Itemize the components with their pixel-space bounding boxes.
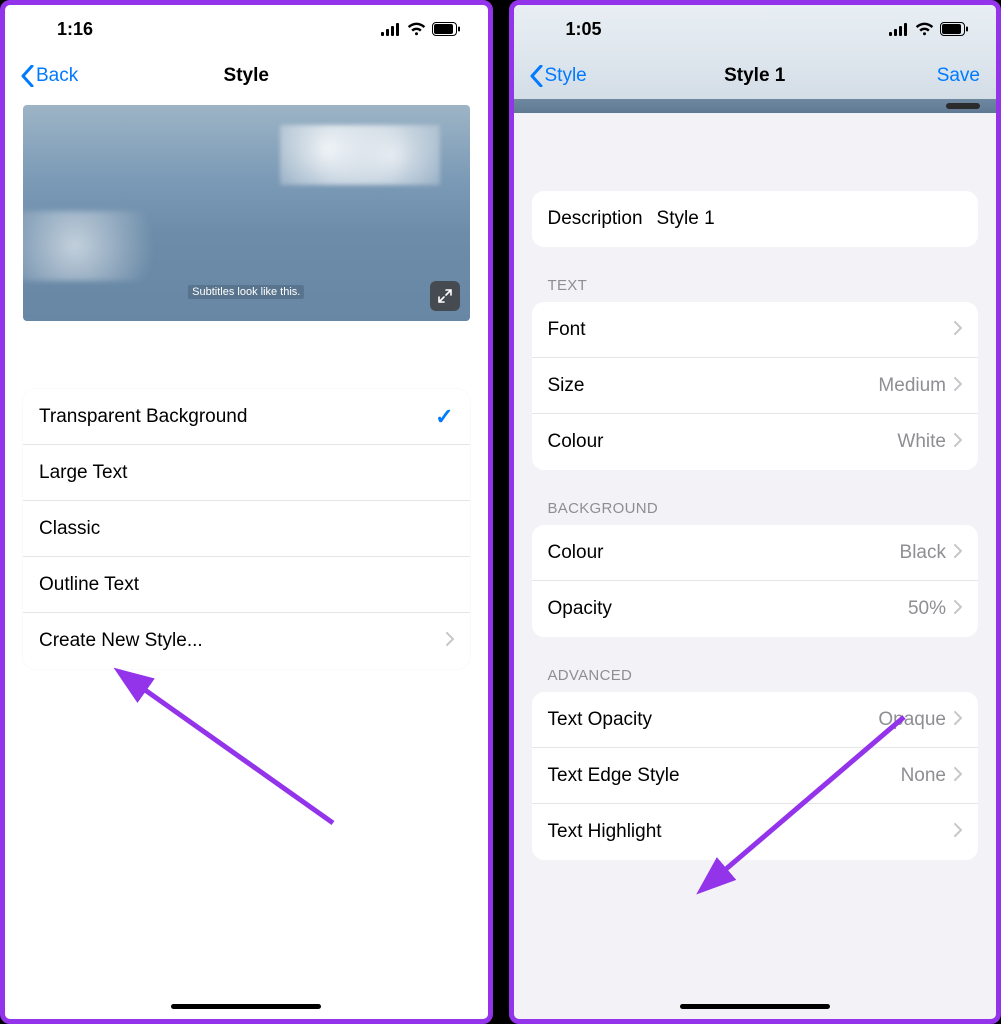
spacer <box>532 113 979 191</box>
style-option-label: Classic <box>39 518 454 540</box>
style-option-large-text[interactable]: Large Text <box>23 445 470 501</box>
row-label: Opacity <box>548 598 908 620</box>
description-label: Description <box>548 208 643 230</box>
row-label: Colour <box>548 431 898 453</box>
subtitle-preview: Subtitles look like this. <box>23 105 470 321</box>
row-value: Medium <box>878 375 946 397</box>
wifi-icon <box>915 22 934 36</box>
phone-right: 1:05 Style Style 1 Save Description St <box>509 0 1001 1024</box>
row-label: Text Edge Style <box>548 765 901 787</box>
status-icons <box>889 22 968 36</box>
row-value: 50% <box>908 598 946 620</box>
chevron-right-icon <box>954 431 962 453</box>
bg-colour-row[interactable]: Colour Black <box>532 525 979 581</box>
status-bar: 1:16 <box>5 5 488 53</box>
bg-opacity-row[interactable]: Opacity 50% <box>532 581 979 637</box>
status-time: 1:05 <box>566 19 602 40</box>
back-button[interactable]: Style <box>530 65 587 87</box>
style-list: Transparent Background ✓ Large Text Clas… <box>23 389 470 669</box>
home-indicator <box>680 1004 830 1009</box>
row-label: Text Highlight <box>548 821 947 843</box>
cellular-signal-icon <box>889 23 909 36</box>
chevron-right-icon <box>954 542 962 564</box>
background-group: Colour Black Opacity 50% <box>532 525 979 637</box>
back-label: Back <box>36 65 78 87</box>
style-option-label: Outline Text <box>39 574 454 596</box>
battery-icon <box>940 22 968 36</box>
description-group: Description Style 1 <box>532 191 979 247</box>
row-label: Text Opacity <box>548 709 879 731</box>
font-row[interactable]: Font <box>532 302 979 358</box>
nav-bar: Style Style 1 Save <box>514 53 997 99</box>
section-header-advanced: ADVANCED <box>532 637 979 692</box>
save-button[interactable]: Save <box>937 65 980 87</box>
home-indicator <box>171 1004 321 1009</box>
battery-icon <box>432 22 460 36</box>
cellular-signal-icon <box>381 23 401 36</box>
row-label: Colour <box>548 542 900 564</box>
style-option-outline-text[interactable]: Outline Text <box>23 557 470 613</box>
phone-left: 1:16 Back Style Subtitles look like this… <box>0 0 493 1024</box>
chevron-right-icon <box>954 765 962 787</box>
size-row[interactable]: Size Medium <box>532 358 979 414</box>
style-option-label: Transparent Background <box>39 406 435 428</box>
back-label: Style <box>545 65 587 87</box>
row-value: None <box>901 765 946 787</box>
text-group: Font Size Medium Colour White <box>532 302 979 470</box>
row-value: Opaque <box>878 709 946 731</box>
chevron-left-icon <box>21 65 34 87</box>
back-button[interactable]: Back <box>21 65 78 87</box>
text-opacity-row[interactable]: Text Opacity Opaque <box>532 692 979 748</box>
status-bar: 1:05 <box>514 5 997 53</box>
status-icons <box>381 22 460 36</box>
wifi-icon <box>407 22 426 36</box>
chevron-right-icon <box>954 319 962 341</box>
text-colour-row[interactable]: Colour White <box>532 414 979 470</box>
chevron-right-icon <box>954 598 962 620</box>
chevron-right-icon <box>954 821 962 843</box>
chevron-left-icon <box>530 65 543 87</box>
create-new-style-button[interactable]: Create New Style... <box>23 613 470 669</box>
style-option-transparent-background[interactable]: Transparent Background ✓ <box>23 389 470 445</box>
style-option-classic[interactable]: Classic <box>23 501 470 557</box>
description-row[interactable]: Description Style 1 <box>532 191 979 247</box>
chevron-right-icon <box>954 709 962 731</box>
text-edge-style-row[interactable]: Text Edge Style None <box>532 748 979 804</box>
advanced-group: Text Opacity Opaque Text Edge Style None… <box>532 692 979 860</box>
row-value: White <box>897 431 946 453</box>
style-option-label: Large Text <box>39 462 454 484</box>
description-value: Style 1 <box>657 208 715 230</box>
status-time: 1:16 <box>57 19 93 40</box>
checkmark-icon: ✓ <box>435 404 453 430</box>
chevron-right-icon <box>954 375 962 397</box>
row-label: Font <box>548 319 947 341</box>
create-new-style-label: Create New Style... <box>39 630 446 652</box>
section-header-text: TEXT <box>532 247 979 302</box>
nav-bar: Back Style <box>5 53 488 99</box>
expand-button[interactable] <box>430 281 460 311</box>
chevron-right-icon <box>446 630 454 652</box>
row-value: Black <box>900 542 946 564</box>
subtitle-sample-text: Subtitles look like this. <box>188 285 304 299</box>
text-highlight-row[interactable]: Text Highlight <box>532 804 979 860</box>
section-header-background: BACKGROUND <box>532 470 979 525</box>
preview-strip <box>514 99 997 113</box>
expand-icon <box>437 288 453 304</box>
row-label: Size <box>548 375 879 397</box>
